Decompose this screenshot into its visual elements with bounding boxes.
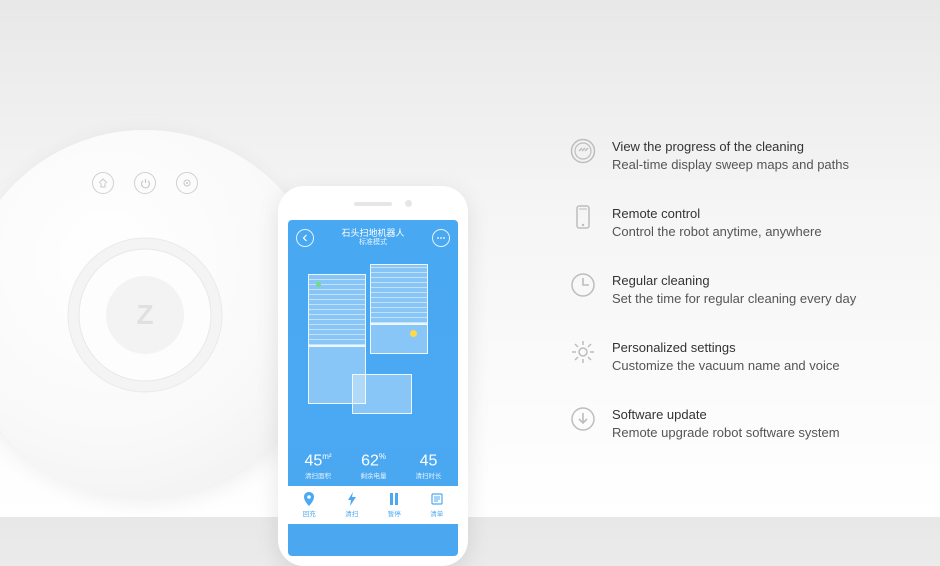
app-stats-row: 45m² 清扫面积 62% 剩余电量 45 清扫时长 — [288, 450, 458, 486]
feature-item-update: Software update Remote upgrade robot sof… — [570, 406, 910, 441]
stat-area: 45m² 清扫面积 — [304, 452, 331, 480]
feature-list: View the progress of the cleaning Real-t… — [570, 138, 910, 441]
stat-value: 45 — [304, 452, 322, 469]
robot-button-row — [92, 172, 198, 194]
feature-title: Regular cleaning — [612, 272, 856, 290]
clock-icon — [570, 272, 596, 298]
stat-value: 45 — [420, 452, 438, 469]
robot-spot-button — [176, 172, 198, 194]
bolt-icon — [345, 492, 359, 506]
map-room — [352, 374, 412, 414]
feature-title: Remote control — [612, 205, 822, 223]
progress-icon — [570, 138, 596, 164]
stat-label: 剩余电量 — [361, 470, 387, 480]
feature-item-progress: View the progress of the cleaning Real-t… — [570, 138, 910, 173]
feature-desc: Control the robot anytime, anywhere — [612, 223, 822, 241]
map-start-dot — [316, 282, 321, 287]
nav-clean[interactable]: 清扫 — [345, 492, 359, 518]
pause-icon — [387, 492, 401, 506]
feature-title: Software update — [612, 406, 840, 424]
phone-icon — [570, 205, 596, 231]
app-menu-button[interactable] — [432, 229, 450, 247]
feature-item-schedule: Regular cleaning Set the time for regula… — [570, 272, 910, 307]
feature-desc: Customize the vacuum name and voice — [612, 357, 840, 375]
app-header: 石头扫地机器人 标准模式 — [288, 220, 458, 252]
app-subtitle-text: 标准模式 — [341, 239, 404, 248]
app-bottom-nav: 回充 清扫 暂停 清单 — [288, 486, 458, 524]
stat-value: 62 — [361, 452, 379, 469]
robot-home-button — [92, 172, 114, 194]
stat-unit: m² — [322, 452, 331, 461]
feature-title: Personalized settings — [612, 339, 840, 357]
stat-label: 清扫时长 — [416, 470, 442, 480]
robot-power-button — [134, 172, 156, 194]
stat-label: 清扫面积 — [304, 470, 331, 480]
stat-unit: % — [379, 452, 386, 461]
nav-pause[interactable]: 暂停 — [387, 492, 401, 518]
download-icon — [570, 406, 596, 432]
list-icon — [430, 492, 444, 506]
feature-desc: Real-time display sweep maps and paths — [612, 156, 849, 174]
pin-icon — [302, 492, 316, 506]
nav-dock[interactable]: 回充 — [302, 492, 316, 518]
map-room — [370, 324, 428, 354]
cleaning-map[interactable] — [298, 264, 448, 444]
feature-item-remote: Remote control Control the robot anytime… — [570, 205, 910, 240]
robot-logo: Z — [106, 276, 184, 354]
app-back-button[interactable] — [296, 229, 314, 247]
feature-desc: Remote upgrade robot software system — [612, 424, 840, 442]
feature-title: View the progress of the cleaning — [612, 138, 849, 156]
map-robot-dot — [410, 330, 417, 337]
phone-camera — [405, 200, 412, 207]
smartphone: 石头扫地机器人 标准模式 45m² 清扫面积 62% 剩余电量 — [278, 186, 468, 566]
app-title-text: 石头扫地机器人 — [341, 228, 404, 239]
app-screen: 石头扫地机器人 标准模式 45m² 清扫面积 62% 剩余电量 — [288, 220, 458, 556]
nav-list[interactable]: 清单 — [430, 492, 444, 518]
app-title: 石头扫地机器人 标准模式 — [341, 228, 404, 248]
feature-desc: Set the time for regular cleaning every … — [612, 290, 856, 308]
gear-icon — [570, 339, 596, 365]
stat-battery: 62% 剩余电量 — [361, 452, 387, 480]
phone-speaker — [354, 202, 392, 206]
map-room — [370, 264, 428, 324]
stat-duration: 45 清扫时长 — [416, 452, 442, 480]
feature-item-settings: Personalized settings Customize the vacu… — [570, 339, 910, 374]
